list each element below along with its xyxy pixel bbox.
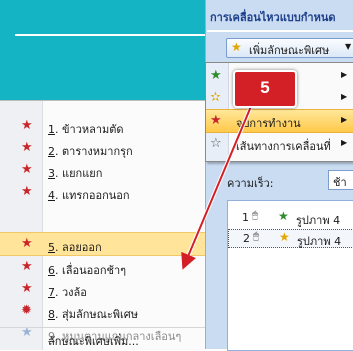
step-number: 5: [260, 78, 270, 97]
step-badge: 5: [233, 70, 297, 108]
callout-arrow: [181, 103, 254, 270]
